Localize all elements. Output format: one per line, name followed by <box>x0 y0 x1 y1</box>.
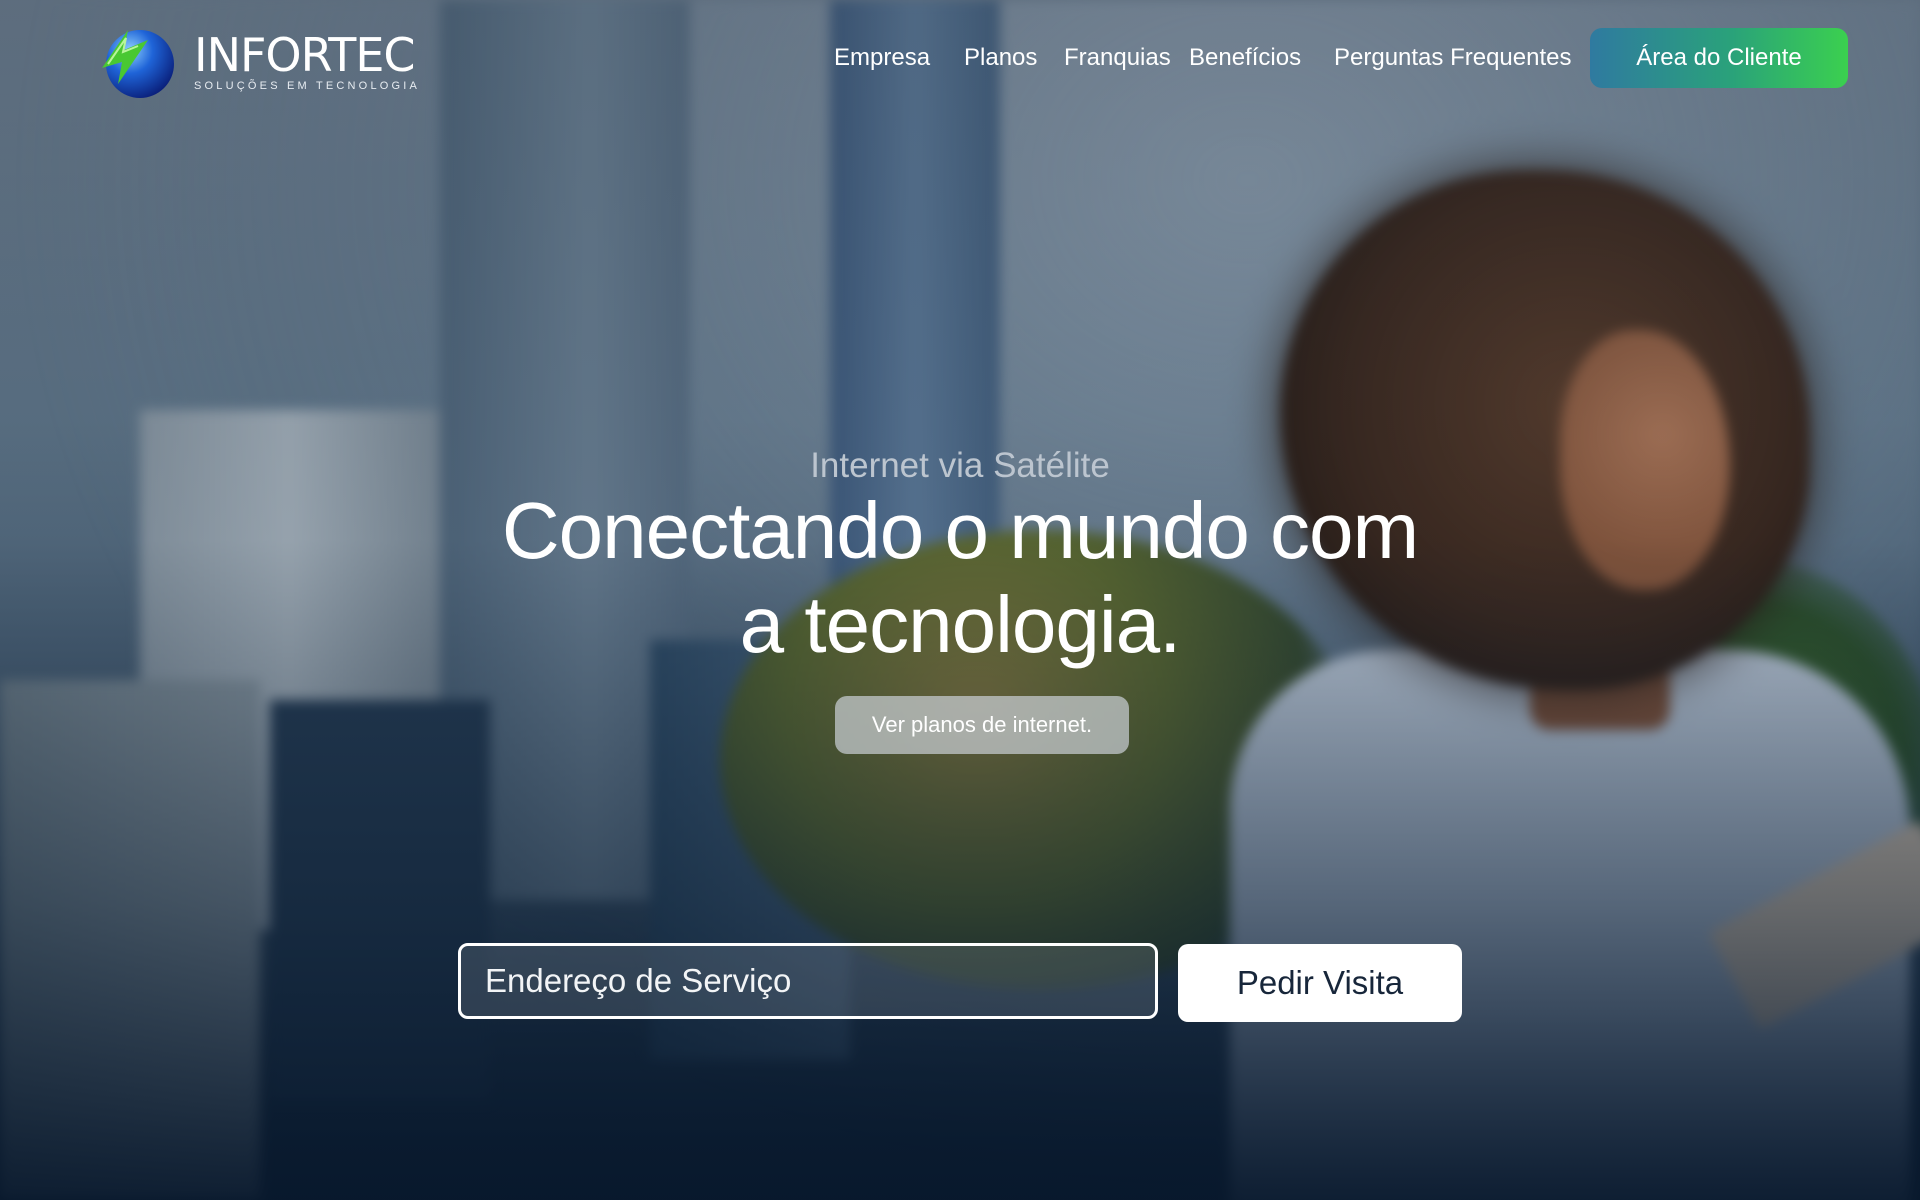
hero-section: INFORTEC SOLUÇÕES EM TECNOLOGIA Empresa … <box>0 0 1920 1200</box>
client-area-button[interactable]: Área do Cliente <box>1590 28 1848 88</box>
nav-item-empresa[interactable]: Empresa <box>834 44 930 72</box>
view-plans-button[interactable]: Ver planos de internet. <box>835 696 1129 754</box>
brand-logo[interactable]: INFORTEC SOLUÇÕES EM TECNOLOGIA <box>98 24 420 100</box>
request-visit-button[interactable]: Pedir Visita <box>1178 944 1462 1022</box>
hero-headline-line2: a tecnologia. <box>739 580 1182 669</box>
service-address-input[interactable] <box>458 943 1158 1019</box>
globe-icon <box>98 24 178 100</box>
site-header: INFORTEC SOLUÇÕES EM TECNOLOGIA Empresa … <box>0 0 1920 120</box>
hero-headline: Conectando o mundo com a tecnologia. <box>0 484 1920 672</box>
brand-tagline: SOLUÇÕES EM TECNOLOGIA <box>194 80 421 92</box>
nav-item-franquias[interactable]: Franquias <box>1064 44 1171 72</box>
nav-item-perguntas-frequentes[interactable]: Perguntas Frequentes <box>1334 44 1571 72</box>
brand-text: INFORTEC SOLUÇÕES EM TECNOLOGIA <box>194 32 420 92</box>
brand-name: INFORTEC <box>194 28 416 82</box>
hero-subtitle: Internet via Satélite <box>810 446 1110 485</box>
nav-item-planos[interactable]: Planos <box>964 44 1037 72</box>
hero-headline-line1: Conectando o mundo com <box>501 486 1419 575</box>
nav-item-beneficios[interactable]: Benefícios <box>1189 44 1301 72</box>
